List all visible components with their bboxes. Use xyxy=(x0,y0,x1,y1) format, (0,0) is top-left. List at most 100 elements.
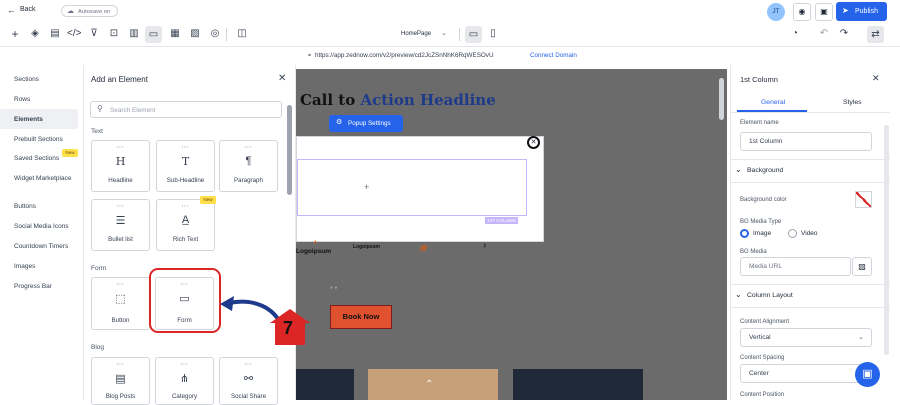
image-card-3[interactable] xyxy=(513,369,643,400)
popup-column[interactable]: + xyxy=(297,159,527,216)
help-chat-button[interactable]: ▣ xyxy=(855,362,880,387)
publish-button[interactable]: ➤ Publish xyxy=(836,2,887,21)
canvas-scrollbar[interactable] xyxy=(719,78,724,120)
drag-handle-icon: ▪▪▪ xyxy=(180,361,189,366)
autosave-pill[interactable]: ☁ Autosave on xyxy=(61,5,118,17)
save-button[interactable]: ▣ xyxy=(815,3,833,21)
button-element[interactable]: ▪▪▪ ⬚ Button xyxy=(91,277,150,330)
tracking-icon[interactable]: ⊡ xyxy=(107,27,121,41)
page-canvas: Call to Action Headline ⚙ Popup Settings… xyxy=(296,69,727,400)
panel-scrollbar[interactable] xyxy=(884,125,889,355)
nav-item-prebuilt-sections[interactable]: Prebuilt Sections xyxy=(14,136,63,143)
settings-sliders-icon[interactable]: ⇄ xyxy=(867,26,884,43)
desktop-view-icon[interactable]: ▭ xyxy=(465,26,482,43)
left-nav: Sections Rows Elements Prebuilt Sections… xyxy=(0,65,84,400)
back-icon[interactable]: ← xyxy=(7,5,16,15)
drag-handle-icon: ▪▪▪ xyxy=(116,361,125,366)
carousel-next-icon[interactable]: › xyxy=(483,240,486,251)
bg-media-type-label: BG Media Type xyxy=(740,219,782,225)
search-element-input[interactable]: ⚲ Search Element xyxy=(90,101,282,118)
mobile-view-icon[interactable]: ▯ xyxy=(486,27,500,41)
paragraph-element[interactable]: ▪▪▪ ¶ Paragraph xyxy=(219,140,278,192)
code-icon[interactable]: </> xyxy=(67,27,81,41)
toolbar-divider-2 xyxy=(459,28,460,41)
headline-element[interactable]: ▪▪▪ H Headline xyxy=(91,140,150,192)
background-section-header[interactable]: ⌄ Background xyxy=(731,159,890,183)
add-icon[interactable]: + xyxy=(8,27,22,41)
image-card-1[interactable] xyxy=(296,369,354,400)
nav-item-social-media-icons[interactable]: Social Media Icons xyxy=(14,223,69,230)
media-url-input[interactable]: Media URL xyxy=(740,257,851,276)
radio-video[interactable] xyxy=(788,229,797,238)
pages-icon[interactable]: ▤ xyxy=(48,27,62,41)
nav-item-sections[interactable]: Sections xyxy=(14,76,39,83)
content-alignment-select[interactable]: Vertical ⌄ xyxy=(740,328,872,347)
close-icon[interactable]: ✕ xyxy=(872,73,880,84)
bg-color-swatch[interactable] xyxy=(855,191,872,208)
add-element-plus-icon[interactable]: + xyxy=(364,182,369,192)
carousel-dots[interactable]: ● ● xyxy=(330,285,337,291)
button-icon: ⬚ xyxy=(115,293,126,305)
undo-icon[interactable]: ↶ xyxy=(817,27,831,41)
category-label: Category xyxy=(171,393,198,400)
background-title: Background xyxy=(747,167,784,174)
layers-icon[interactable]: ◈ xyxy=(28,27,42,41)
media-picker-button[interactable]: ▨ xyxy=(852,257,872,276)
popup-settings-button[interactable]: ⚙ Popup Settings xyxy=(329,115,403,132)
funnel-icon[interactable]: ⊽ xyxy=(87,27,101,41)
preview-button[interactable]: ◉ xyxy=(793,3,811,21)
new-badge: New xyxy=(200,196,216,204)
redo-icon[interactable]: ↷ xyxy=(837,27,851,41)
nav-item-buttons[interactable]: Buttons xyxy=(14,203,36,210)
logo-2: Logoipsum xyxy=(353,244,380,250)
content-spacing-value: Center xyxy=(749,370,769,377)
bullet-list-element[interactable]: ▪▪▪ ☰ Bullet list xyxy=(91,199,150,251)
category-icon: ⋔ xyxy=(179,373,190,385)
popup-close-icon[interactable]: ✕ xyxy=(527,136,540,149)
integrations-icon[interactable]: ◎ xyxy=(208,27,222,41)
blog-posts-element[interactable]: ▪▪▪ ▤ Blog Posts xyxy=(91,357,150,405)
nav-item-countdown-timers[interactable]: Countdown Timers xyxy=(14,243,68,250)
image-icon[interactable]: ▨ xyxy=(188,27,202,41)
tab-styles[interactable]: Styles xyxy=(843,99,862,106)
bullet-list-label: Bullet list xyxy=(108,236,133,243)
drag-handle-icon: ▪▪▪ xyxy=(116,281,125,286)
preview-url[interactable]: https://app.zednow.com/v2/preview/cd2JcZ… xyxy=(315,52,494,59)
sub-headline-element[interactable]: ▪▪▪ T Sub-Headline xyxy=(156,140,215,192)
radio-image-label: Image xyxy=(753,230,772,237)
tab-general[interactable]: General xyxy=(761,99,785,106)
back-button[interactable]: Back xyxy=(20,6,36,13)
history-icon[interactable]: ◔ xyxy=(788,27,802,41)
page-select-value: HomePage xyxy=(401,31,432,37)
book-now-button[interactable]: Book Now xyxy=(330,305,392,329)
nav-item-images[interactable]: Images xyxy=(14,263,35,270)
page-select[interactable]: HomePage ⌄ xyxy=(397,28,455,42)
content-spacing-select[interactable]: Center xyxy=(740,364,872,383)
forms-icon[interactable]: ▥ xyxy=(127,27,141,41)
element-name-field[interactable]: 1st Column xyxy=(740,132,872,151)
nav-item-progress-bar[interactable]: Progress Bar xyxy=(14,283,52,290)
content-spacing-label: Content Spacing xyxy=(740,355,785,361)
nav-item-elements[interactable]: Elements xyxy=(14,116,43,123)
close-icon[interactable]: ✕ xyxy=(278,73,286,84)
properties-title: 1st Column xyxy=(740,75,778,84)
nav-item-rows[interactable]: Rows xyxy=(14,96,30,103)
bg-color-label: Background color xyxy=(740,197,787,203)
nav-item-widget-marketplace[interactable]: Widget Marketplace xyxy=(14,175,71,182)
radio-image[interactable] xyxy=(740,229,749,238)
avatar[interactable]: JT xyxy=(767,3,785,21)
category-element[interactable]: ▪▪▪ ⋔ Category xyxy=(155,357,214,405)
step-number: 7 xyxy=(283,318,294,338)
file-icon[interactable]: ▦ xyxy=(168,27,182,41)
nav-item-saved-sections[interactable]: Saved Sections xyxy=(14,155,59,162)
column-layout-section-header[interactable]: ⌄ Column Layout xyxy=(731,284,890,308)
popup-box[interactable]: + 1ST COLUMN xyxy=(296,136,544,242)
connect-domain-link[interactable]: Connect Domain xyxy=(530,52,577,59)
panel-scrollbar[interactable] xyxy=(287,105,292,195)
builder-toolbar: + ◈ ▤ </> ⊽ ⊡ ▥ ▭ ▦ ▨ ◎ ◫ HomePage ⌄ ▭ ▯… xyxy=(0,23,900,47)
columns-icon[interactable]: ◫ xyxy=(235,27,249,41)
social-share-element[interactable]: ▪▪▪ ⚯ Social Share xyxy=(219,357,278,405)
rich-text-element[interactable]: ▪▪▪ A̲ Rich Text New xyxy=(156,196,216,251)
popup-icon[interactable]: ▭ xyxy=(145,26,162,43)
image-card-2[interactable]: ⌃ xyxy=(368,369,498,400)
